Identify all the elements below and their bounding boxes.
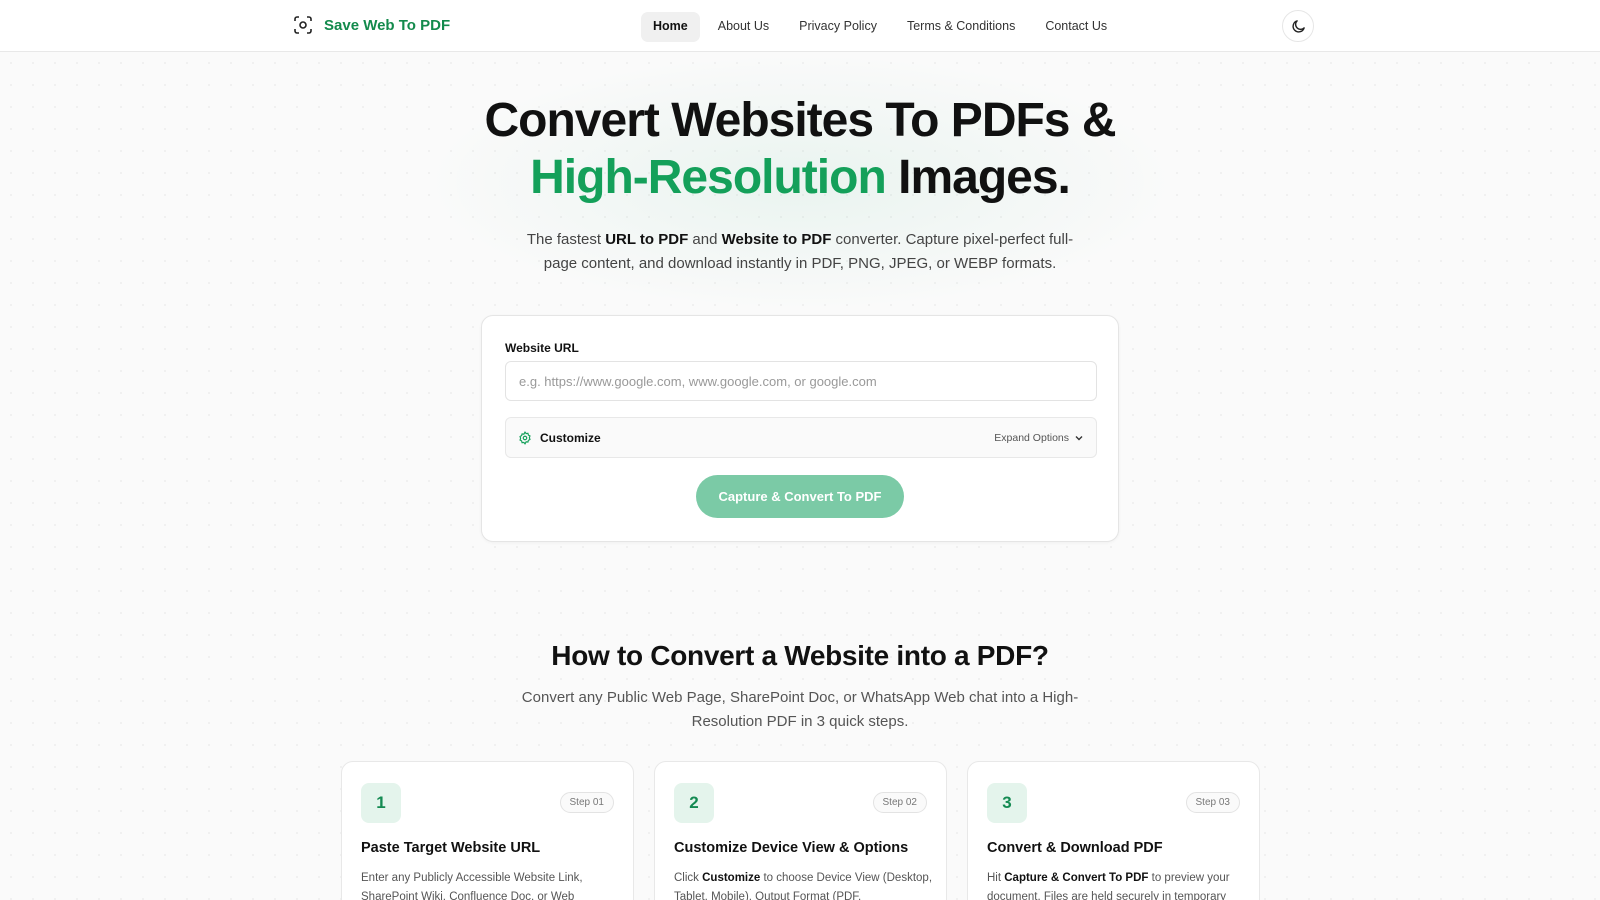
step-number: 3 (987, 783, 1027, 823)
hero-subtitle-text: and (688, 231, 722, 248)
capture-convert-button[interactable]: Capture & Convert To PDF (696, 475, 904, 518)
step-number: 1 (361, 783, 401, 823)
expand-options-label: Expand Options (994, 431, 1069, 444)
step-title: Customize Device View & Options (674, 840, 909, 856)
brand-name: Save Web To PDF (324, 16, 451, 34)
how-to-title: How to Convert a Website into a PDF? (551, 640, 1049, 671)
hero-subtitle-text: The fastest (526, 231, 606, 248)
customize-label: Customize (540, 430, 601, 445)
chevron-down-icon (1075, 435, 1083, 440)
step-description-bold: Capture & Convert To PDF (1004, 872, 1149, 884)
step-badge: Step 02 (872, 792, 927, 813)
hero-title-part1: Convert Websites To PDFs & (484, 94, 1117, 147)
main-nav: Home About Us Privacy Policy Terms & Con… (641, 12, 1119, 42)
step-description: Hit Capture & Convert To PDF to preview … (987, 869, 1245, 900)
hero-title-highlight: High-Resolution (530, 151, 887, 204)
step-badge: Step 03 (1185, 792, 1240, 813)
how-to-section: How to Convert a Website into a PDF? Con… (0, 640, 1600, 734)
hero-subtitle: The fastest URL to PDF and Website to PD… (520, 228, 1080, 276)
step-description-bold: Customize (702, 872, 761, 884)
step-card: 3 Step 03 Convert & Download PDF Hit Cap… (967, 761, 1260, 900)
moon-icon (1291, 19, 1305, 33)
brand-logo[interactable]: Save Web To PDF (294, 16, 450, 34)
hero-section: Convert Websites To PDFs & High-Resoluti… (0, 92, 1600, 276)
hero-subtitle-bold-website-to-pdf: Website to PDF (721, 231, 832, 248)
converter-card: Website URL Customize Expand Options Cap… (481, 315, 1119, 542)
step-description: Enter any Publicly Accessible Website Li… (361, 869, 619, 900)
website-url-input[interactable] (505, 361, 1097, 401)
top-navbar: Save Web To PDF Home About Us Privacy Po… (0, 0, 1600, 52)
nav-about-us[interactable]: About Us (706, 12, 781, 42)
focus-camera-icon (294, 16, 312, 34)
hero-title-part2: Images. (885, 151, 1071, 204)
step-badge: Step 01 (559, 792, 614, 813)
nav-terms-conditions[interactable]: Terms & Conditions (895, 12, 1027, 42)
nav-privacy-policy[interactable]: Privacy Policy (787, 12, 889, 42)
step-description-text: Hit (987, 872, 1005, 884)
how-to-subtitle: Convert any Public Web Page, SharePoint … (521, 689, 1079, 730)
steps-list: 1 Step 01 Paste Target Website URL Enter… (341, 761, 1261, 900)
nav-home[interactable]: Home (641, 12, 700, 42)
nav-contact-us[interactable]: Contact Us (1033, 12, 1119, 42)
step-title: Convert & Download PDF (987, 840, 1163, 856)
gear-icon (519, 430, 531, 445)
step-description-text: Click (674, 872, 703, 884)
step-title: Paste Target Website URL (361, 840, 541, 856)
step-description: Click Customize to choose Device View (D… (674, 869, 932, 900)
website-url-label: Website URL (505, 341, 579, 355)
step-card: 1 Step 01 Paste Target Website URL Enter… (341, 761, 634, 900)
step-number: 2 (674, 783, 714, 823)
expand-options[interactable]: Expand Options (994, 432, 1084, 444)
customize-panel-toggle[interactable]: Customize Expand Options (505, 417, 1097, 458)
hero-subtitle-bold-url-to-pdf: URL to PDF (605, 231, 689, 248)
step-description-text: Enter any Publicly Accessible Website Li… (361, 872, 583, 900)
step-card: 2 Step 02 Customize Device View & Option… (654, 761, 947, 900)
hero-title: Convert Websites To PDFs & High-Resoluti… (420, 92, 1180, 206)
theme-toggle-button[interactable] (1282, 10, 1314, 42)
